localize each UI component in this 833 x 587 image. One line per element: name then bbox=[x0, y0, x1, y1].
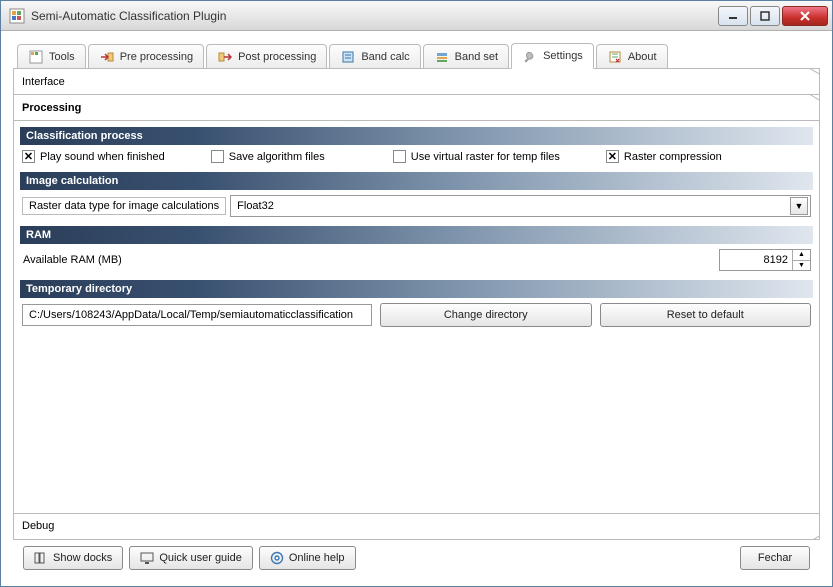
section-classification-header: Classification process bbox=[20, 127, 813, 145]
tab-about[interactable]: About bbox=[596, 44, 668, 68]
settings-panel: Interface Processing Classification proc… bbox=[13, 69, 820, 540]
button-label: Reset to default bbox=[667, 309, 744, 321]
checkbox-label: Use virtual raster for temp files bbox=[411, 151, 560, 163]
image-calc-label: Raster data type for image calculations bbox=[22, 197, 226, 215]
subtab-interface[interactable]: Interface bbox=[14, 69, 819, 95]
app-icon bbox=[9, 8, 25, 24]
help-icon bbox=[270, 551, 284, 565]
bandset-icon bbox=[434, 49, 450, 65]
docks-icon bbox=[34, 551, 48, 565]
section-tempdir-header: Temporary directory bbox=[20, 280, 813, 298]
tab-band-set[interactable]: Band set bbox=[423, 44, 509, 68]
about-icon bbox=[607, 49, 623, 65]
subtab-label: Interface bbox=[22, 76, 65, 88]
window: Semi-Automatic Classification Plugin Too… bbox=[0, 0, 833, 587]
tabbar: Tools Pre processing Post processing Ban… bbox=[13, 41, 820, 69]
checkbox-label: Save algorithm files bbox=[229, 151, 325, 163]
tab-settings[interactable]: Settings bbox=[511, 43, 594, 69]
select-value: Float32 bbox=[237, 200, 274, 212]
change-directory-button[interactable]: Change directory bbox=[380, 303, 592, 327]
close-button[interactable] bbox=[782, 6, 828, 26]
checkbox-label: Play sound when finished bbox=[40, 151, 165, 163]
button-label: Change directory bbox=[444, 309, 528, 321]
arrow-in-icon bbox=[99, 49, 115, 65]
tab-label: Tools bbox=[49, 51, 75, 63]
ram-input[interactable] bbox=[720, 250, 792, 270]
checkbox-save-algorithm[interactable]: Save algorithm files bbox=[211, 150, 325, 163]
tempdir-row: C:/Users/108243/AppData/Local/Temp/semia… bbox=[14, 300, 819, 330]
arrow-out-icon bbox=[217, 49, 233, 65]
image-calc-row: Raster data type for image calculations … bbox=[14, 192, 819, 220]
section-ram-header: RAM bbox=[20, 226, 813, 244]
close-dialog-button[interactable]: Fechar bbox=[740, 546, 810, 570]
data-type-select[interactable]: Float32 ▼ bbox=[230, 195, 811, 217]
subtab-debug[interactable]: Debug bbox=[14, 513, 819, 539]
tab-label: Band set bbox=[455, 51, 498, 63]
tab-tools[interactable]: Tools bbox=[17, 44, 86, 68]
titlebar: Semi-Automatic Classification Plugin bbox=[1, 1, 832, 31]
button-label: Show docks bbox=[53, 552, 112, 564]
subtab-label: Debug bbox=[22, 520, 54, 532]
tab-label: Pre processing bbox=[120, 51, 193, 63]
tab-post-processing[interactable]: Post processing bbox=[206, 44, 327, 68]
window-title: Semi-Automatic Classification Plugin bbox=[31, 9, 718, 23]
show-docks-button[interactable]: Show docks bbox=[23, 546, 123, 570]
checkbox-label: Raster compression bbox=[624, 151, 722, 163]
checkbox-raster-compression[interactable]: ✕Raster compression bbox=[606, 150, 722, 163]
subtab-label: Processing bbox=[22, 102, 81, 114]
spin-down[interactable]: ▼ bbox=[793, 261, 810, 271]
footer: Show docks Quick user guide Online help … bbox=[13, 540, 820, 578]
tab-label: About bbox=[628, 51, 657, 63]
spin-up[interactable]: ▲ bbox=[793, 250, 810, 261]
content: Tools Pre processing Post processing Ban… bbox=[1, 31, 832, 586]
tempdir-path: C:/Users/108243/AppData/Local/Temp/semia… bbox=[22, 304, 372, 326]
quick-guide-button[interactable]: Quick user guide bbox=[129, 546, 253, 570]
checkbox-use-virtual-raster[interactable]: Use virtual raster for temp files bbox=[393, 150, 560, 163]
checkbox-play-sound[interactable]: ✕Play sound when finished bbox=[22, 150, 165, 163]
reset-default-button[interactable]: Reset to default bbox=[600, 303, 812, 327]
ram-spinbox[interactable]: ▲ ▼ bbox=[719, 249, 811, 271]
tab-label: Band calc bbox=[361, 51, 409, 63]
minimize-button[interactable] bbox=[718, 6, 748, 26]
ram-row: Available RAM (MB) ▲ ▼ bbox=[14, 246, 819, 274]
online-help-button[interactable]: Online help bbox=[259, 546, 356, 570]
tab-label: Post processing bbox=[238, 51, 316, 63]
ram-label: Available RAM (MB) bbox=[22, 251, 713, 269]
classification-options-row: ✕Play sound when finished Save algorithm… bbox=[14, 147, 819, 166]
button-label: Online help bbox=[289, 552, 345, 564]
spin-buttons: ▲ ▼ bbox=[792, 250, 810, 270]
tools-icon bbox=[28, 49, 44, 65]
subtab-processing[interactable]: Processing bbox=[14, 95, 819, 121]
maximize-button[interactable] bbox=[750, 6, 780, 26]
button-label: Fechar bbox=[758, 552, 792, 564]
chevron-down-icon: ▼ bbox=[790, 197, 808, 215]
window-controls bbox=[718, 6, 828, 26]
tab-pre-processing[interactable]: Pre processing bbox=[88, 44, 204, 68]
wrench-icon bbox=[522, 48, 538, 64]
calc-icon bbox=[340, 49, 356, 65]
monitor-icon bbox=[140, 551, 154, 565]
button-label: Quick user guide bbox=[159, 552, 242, 564]
tab-band-calc[interactable]: Band calc bbox=[329, 44, 420, 68]
tab-label: Settings bbox=[543, 50, 583, 62]
section-image-calc-header: Image calculation bbox=[20, 172, 813, 190]
